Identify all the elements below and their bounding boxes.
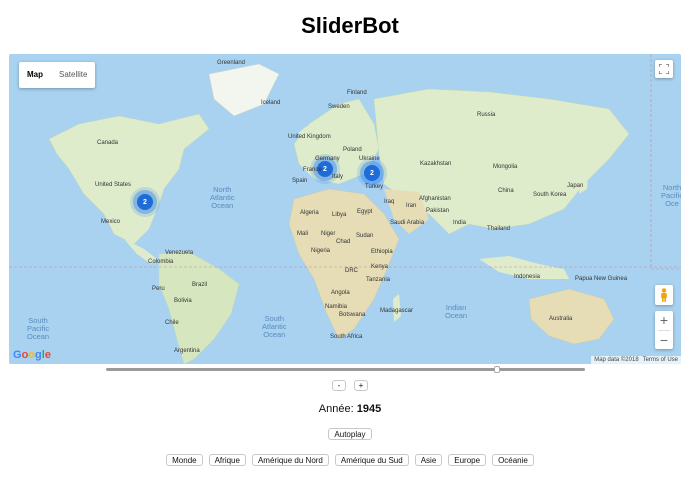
country-label: Bolivia xyxy=(174,298,192,304)
country-label: Finland xyxy=(347,90,367,96)
autoplay-row: Autoplay xyxy=(0,428,700,440)
region-button-europe[interactable]: Europe xyxy=(448,454,487,466)
country-label: South Africa xyxy=(330,334,363,340)
country-label: Saudi Arabia xyxy=(390,220,425,226)
region-buttons: Monde Afrique Amérique du Nord Amérique … xyxy=(0,454,700,466)
country-label: United States xyxy=(95,182,132,188)
country-label: South Korea xyxy=(533,192,567,198)
pegman-icon xyxy=(661,288,667,302)
country-label: Iceland xyxy=(261,100,281,106)
terms-link[interactable]: Terms of Use xyxy=(643,357,678,363)
increment-button[interactable]: + xyxy=(354,380,368,391)
country-label: Pakistan xyxy=(426,208,450,214)
fullscreen-icon xyxy=(659,64,669,74)
country-label: DRC xyxy=(345,268,358,274)
year-label: Année: xyxy=(318,403,354,415)
country-label: Thailand xyxy=(487,226,511,232)
region-button-oceanie[interactable]: Océanie xyxy=(492,454,534,466)
country-label: Peru xyxy=(152,286,165,292)
country-label: Greenland xyxy=(217,60,246,66)
country-label: Afghanistan xyxy=(419,196,451,202)
ocean-label: Indian Ocean xyxy=(445,303,468,320)
world-map[interactable]: Map Satellite + − 2 2 2 Greenland Icelan… xyxy=(9,54,681,364)
country-label: Iraq xyxy=(384,199,395,205)
country-label: Turkey xyxy=(365,184,384,190)
zoom-out-button[interactable]: − xyxy=(655,331,673,350)
country-label: Mali xyxy=(297,231,309,237)
country-label: Botswana xyxy=(339,312,366,318)
country-label: Kazakhstan xyxy=(420,161,452,167)
country-label: Mexico xyxy=(101,219,121,225)
fullscreen-button[interactable] xyxy=(655,60,673,78)
country-label: Mongolia xyxy=(493,164,518,170)
country-label: Japan xyxy=(567,183,584,189)
country-label: Niger xyxy=(321,231,336,237)
country-label: Papua New Guinea xyxy=(575,276,628,282)
google-logo[interactable]: Google xyxy=(13,349,51,361)
country-label: Iran xyxy=(406,203,417,209)
country-label: Argentina xyxy=(174,348,200,354)
map-data-text: Map data ©2018 xyxy=(594,357,639,363)
country-label: Italy xyxy=(332,174,344,180)
country-label: United Kingdom xyxy=(288,134,331,140)
year-display: Année: 1945 xyxy=(0,403,700,415)
country-label: Tanzania xyxy=(366,277,391,283)
country-label: Brazil xyxy=(192,282,208,288)
country-label: Kenya xyxy=(371,264,389,270)
country-label: Chad xyxy=(336,239,351,245)
map-type-map[interactable]: Map xyxy=(19,62,51,88)
country-label: France xyxy=(303,167,322,173)
country-label: Sudan xyxy=(356,233,374,239)
country-label: Sweden xyxy=(328,104,350,110)
map-type-control: Map Satellite xyxy=(19,62,96,88)
country-label: Ethiopia xyxy=(371,249,393,255)
country-label: Namibia xyxy=(325,304,348,310)
ocean-label: North Atlantic Ocean xyxy=(210,185,235,210)
country-label: Nigeria xyxy=(311,248,331,254)
ocean-label: North Pacific Oce xyxy=(661,183,681,208)
street-view-button[interactable] xyxy=(655,285,673,305)
country-label: Russia xyxy=(477,112,496,118)
map-type-satellite[interactable]: Satellite xyxy=(51,62,95,88)
autoplay-button[interactable]: Autoplay xyxy=(328,428,372,440)
country-label: Poland xyxy=(343,147,362,153)
country-label: Australia xyxy=(549,316,573,322)
marker-cluster[interactable]: 2 xyxy=(137,194,153,210)
country-label: Indonesia xyxy=(514,274,541,280)
zoom-control: + − xyxy=(655,311,673,349)
slider-track[interactable] xyxy=(106,368,585,371)
year-value: 1945 xyxy=(356,403,382,415)
marker-cluster[interactable]: 2 xyxy=(364,165,380,181)
page-title: SliderBot xyxy=(301,13,399,38)
region-button-afrique[interactable]: Afrique xyxy=(208,454,246,466)
country-label: Chile xyxy=(165,320,179,326)
country-label: Spain xyxy=(292,178,308,184)
country-label: Algeria xyxy=(300,210,319,216)
region-button-monde[interactable]: Monde xyxy=(166,454,203,466)
country-label: Venezuela xyxy=(165,250,194,256)
country-label: China xyxy=(498,188,514,194)
country-label: Canada xyxy=(97,140,119,146)
country-label: Colombia xyxy=(148,259,174,265)
decrement-button[interactable]: - xyxy=(332,380,346,391)
country-label: Germany xyxy=(315,156,340,162)
ocean-label: South Pacific Ocean xyxy=(27,316,50,341)
year-slider[interactable] xyxy=(106,366,585,373)
country-label: Madagascar xyxy=(380,308,414,314)
ocean-label: South Atlantic Ocean xyxy=(262,314,287,339)
country-label: Libya xyxy=(332,212,347,218)
zoom-in-button[interactable]: + xyxy=(655,311,673,330)
region-button-asie[interactable]: Asie xyxy=(414,454,443,466)
step-buttons: - + xyxy=(0,380,700,391)
country-label: Angola xyxy=(331,290,350,296)
slider-thumb[interactable] xyxy=(493,366,500,373)
country-label: Egypt xyxy=(357,209,373,215)
map-attribution: Map data ©2018 Terms of Use xyxy=(591,356,681,364)
country-label: India xyxy=(453,220,467,226)
country-label: Ukraine xyxy=(359,156,380,162)
region-button-amerique-du-sud[interactable]: Amérique du Sud xyxy=(334,454,409,466)
region-button-amerique-du-nord[interactable]: Amérique du Nord xyxy=(251,454,329,466)
